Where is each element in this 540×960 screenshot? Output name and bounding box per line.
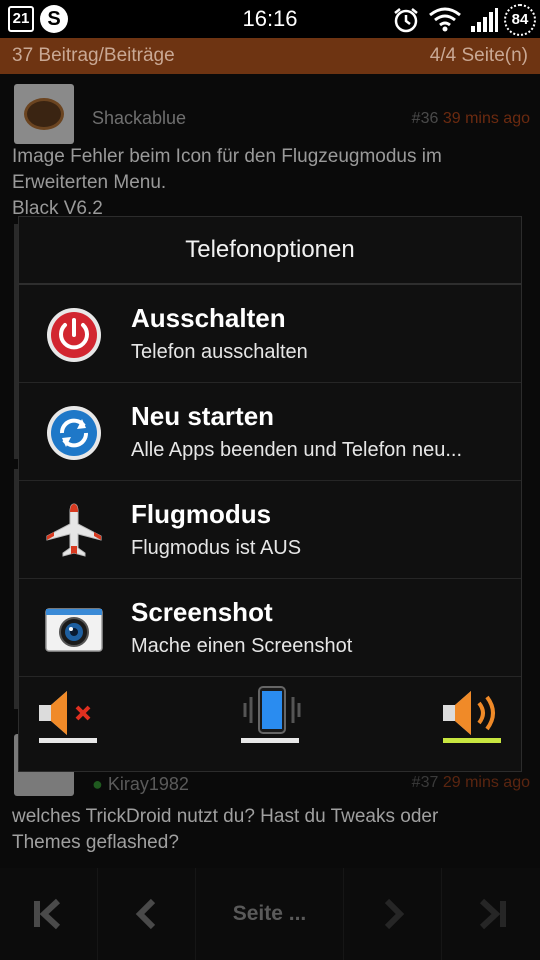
page-count: 4/4 Seite(n) bbox=[429, 45, 528, 66]
post-number: #37 bbox=[411, 774, 439, 791]
last-page-icon bbox=[479, 898, 506, 930]
thread-header: 37 Beitrag/Beiträge 4/4 Seite(n) bbox=[0, 38, 540, 74]
wifi-icon bbox=[429, 7, 461, 32]
option-title: Neu starten bbox=[131, 401, 275, 431]
chevron-right-icon bbox=[384, 898, 404, 930]
bottom-nav: Seite ... bbox=[0, 868, 540, 960]
option-subtitle: Mache einen Screenshot bbox=[131, 635, 353, 657]
post-text: Image Fehler beim Icon für den Flugzeugm… bbox=[12, 146, 442, 219]
last-page-button[interactable] bbox=[442, 868, 540, 960]
option-title: Screenshot bbox=[131, 597, 273, 627]
post-username-text: Kiray1982 bbox=[107, 774, 189, 794]
alarm-icon bbox=[394, 8, 418, 33]
post-time: 39 mins ago bbox=[442, 110, 530, 127]
previous-page-button[interactable] bbox=[98, 868, 196, 960]
page-select-button[interactable]: Seite ... bbox=[196, 868, 344, 960]
option-screenshot[interactable]: Screenshot Mache einen Screenshot bbox=[19, 579, 521, 677]
active-indicator bbox=[39, 738, 97, 743]
speaker-sound-icon bbox=[443, 691, 495, 735]
sound-mode-sound-button[interactable] bbox=[433, 677, 513, 765]
camera-icon bbox=[45, 608, 103, 652]
post-meta: #37 29 mins ago bbox=[412, 774, 530, 792]
option-subtitle: Flugmodus ist AUS bbox=[131, 537, 302, 559]
option-title: Ausschalten bbox=[131, 303, 286, 333]
active-indicator bbox=[241, 738, 299, 743]
post-username[interactable]: ● Kiray1982 bbox=[92, 774, 189, 795]
option-airplane-mode[interactable]: Flugmodus Flugmodus ist AUS bbox=[19, 481, 521, 579]
post-number: #36 bbox=[411, 110, 439, 127]
airplane-icon bbox=[46, 503, 102, 557]
sound-mode-row bbox=[19, 677, 521, 767]
chevron-left-icon bbox=[135, 898, 155, 930]
phone-vibrate-icon bbox=[243, 686, 301, 734]
active-indicator bbox=[443, 738, 501, 743]
sound-mode-vibrate-button[interactable] bbox=[231, 677, 311, 765]
post-count: 37 Beitrag/Beiträge bbox=[12, 45, 175, 66]
first-page-icon bbox=[33, 898, 60, 930]
restart-icon bbox=[47, 406, 101, 460]
signal-icon bbox=[471, 8, 498, 32]
post-meta: #36 39 mins ago bbox=[412, 110, 530, 128]
option-restart[interactable]: Neu starten Alle Apps beenden und Telefo… bbox=[19, 383, 521, 481]
option-subtitle: Telefon ausschalten bbox=[131, 341, 308, 363]
sound-mode-mute-button[interactable] bbox=[29, 677, 109, 765]
snail-avatar-image bbox=[24, 98, 64, 130]
next-page-button[interactable] bbox=[344, 868, 442, 960]
battery-icon: 84 bbox=[504, 4, 536, 36]
option-subtitle: Alle Apps beenden und Telefon neu... bbox=[131, 439, 463, 461]
post-time: 29 mins ago bbox=[442, 774, 530, 791]
first-page-button[interactable] bbox=[0, 868, 98, 960]
speaker-mute-icon bbox=[39, 691, 91, 735]
phone-options-dialog: Telefonoptionen Ausschalten Telefon auss… bbox=[18, 216, 522, 772]
post-text: welches TrickDroid nutzt du? Hast du Twe… bbox=[12, 806, 439, 853]
post-username[interactable]: Shackablue bbox=[92, 108, 186, 129]
avatar[interactable] bbox=[14, 84, 74, 144]
status-bar: 21 S 16:16 84 bbox=[0, 0, 540, 38]
dialog-title: Telefonoptionen bbox=[19, 217, 521, 285]
option-title: Flugmodus bbox=[131, 499, 272, 529]
power-icon bbox=[47, 308, 101, 362]
option-power-off[interactable]: Ausschalten Telefon ausschalten bbox=[19, 285, 521, 383]
